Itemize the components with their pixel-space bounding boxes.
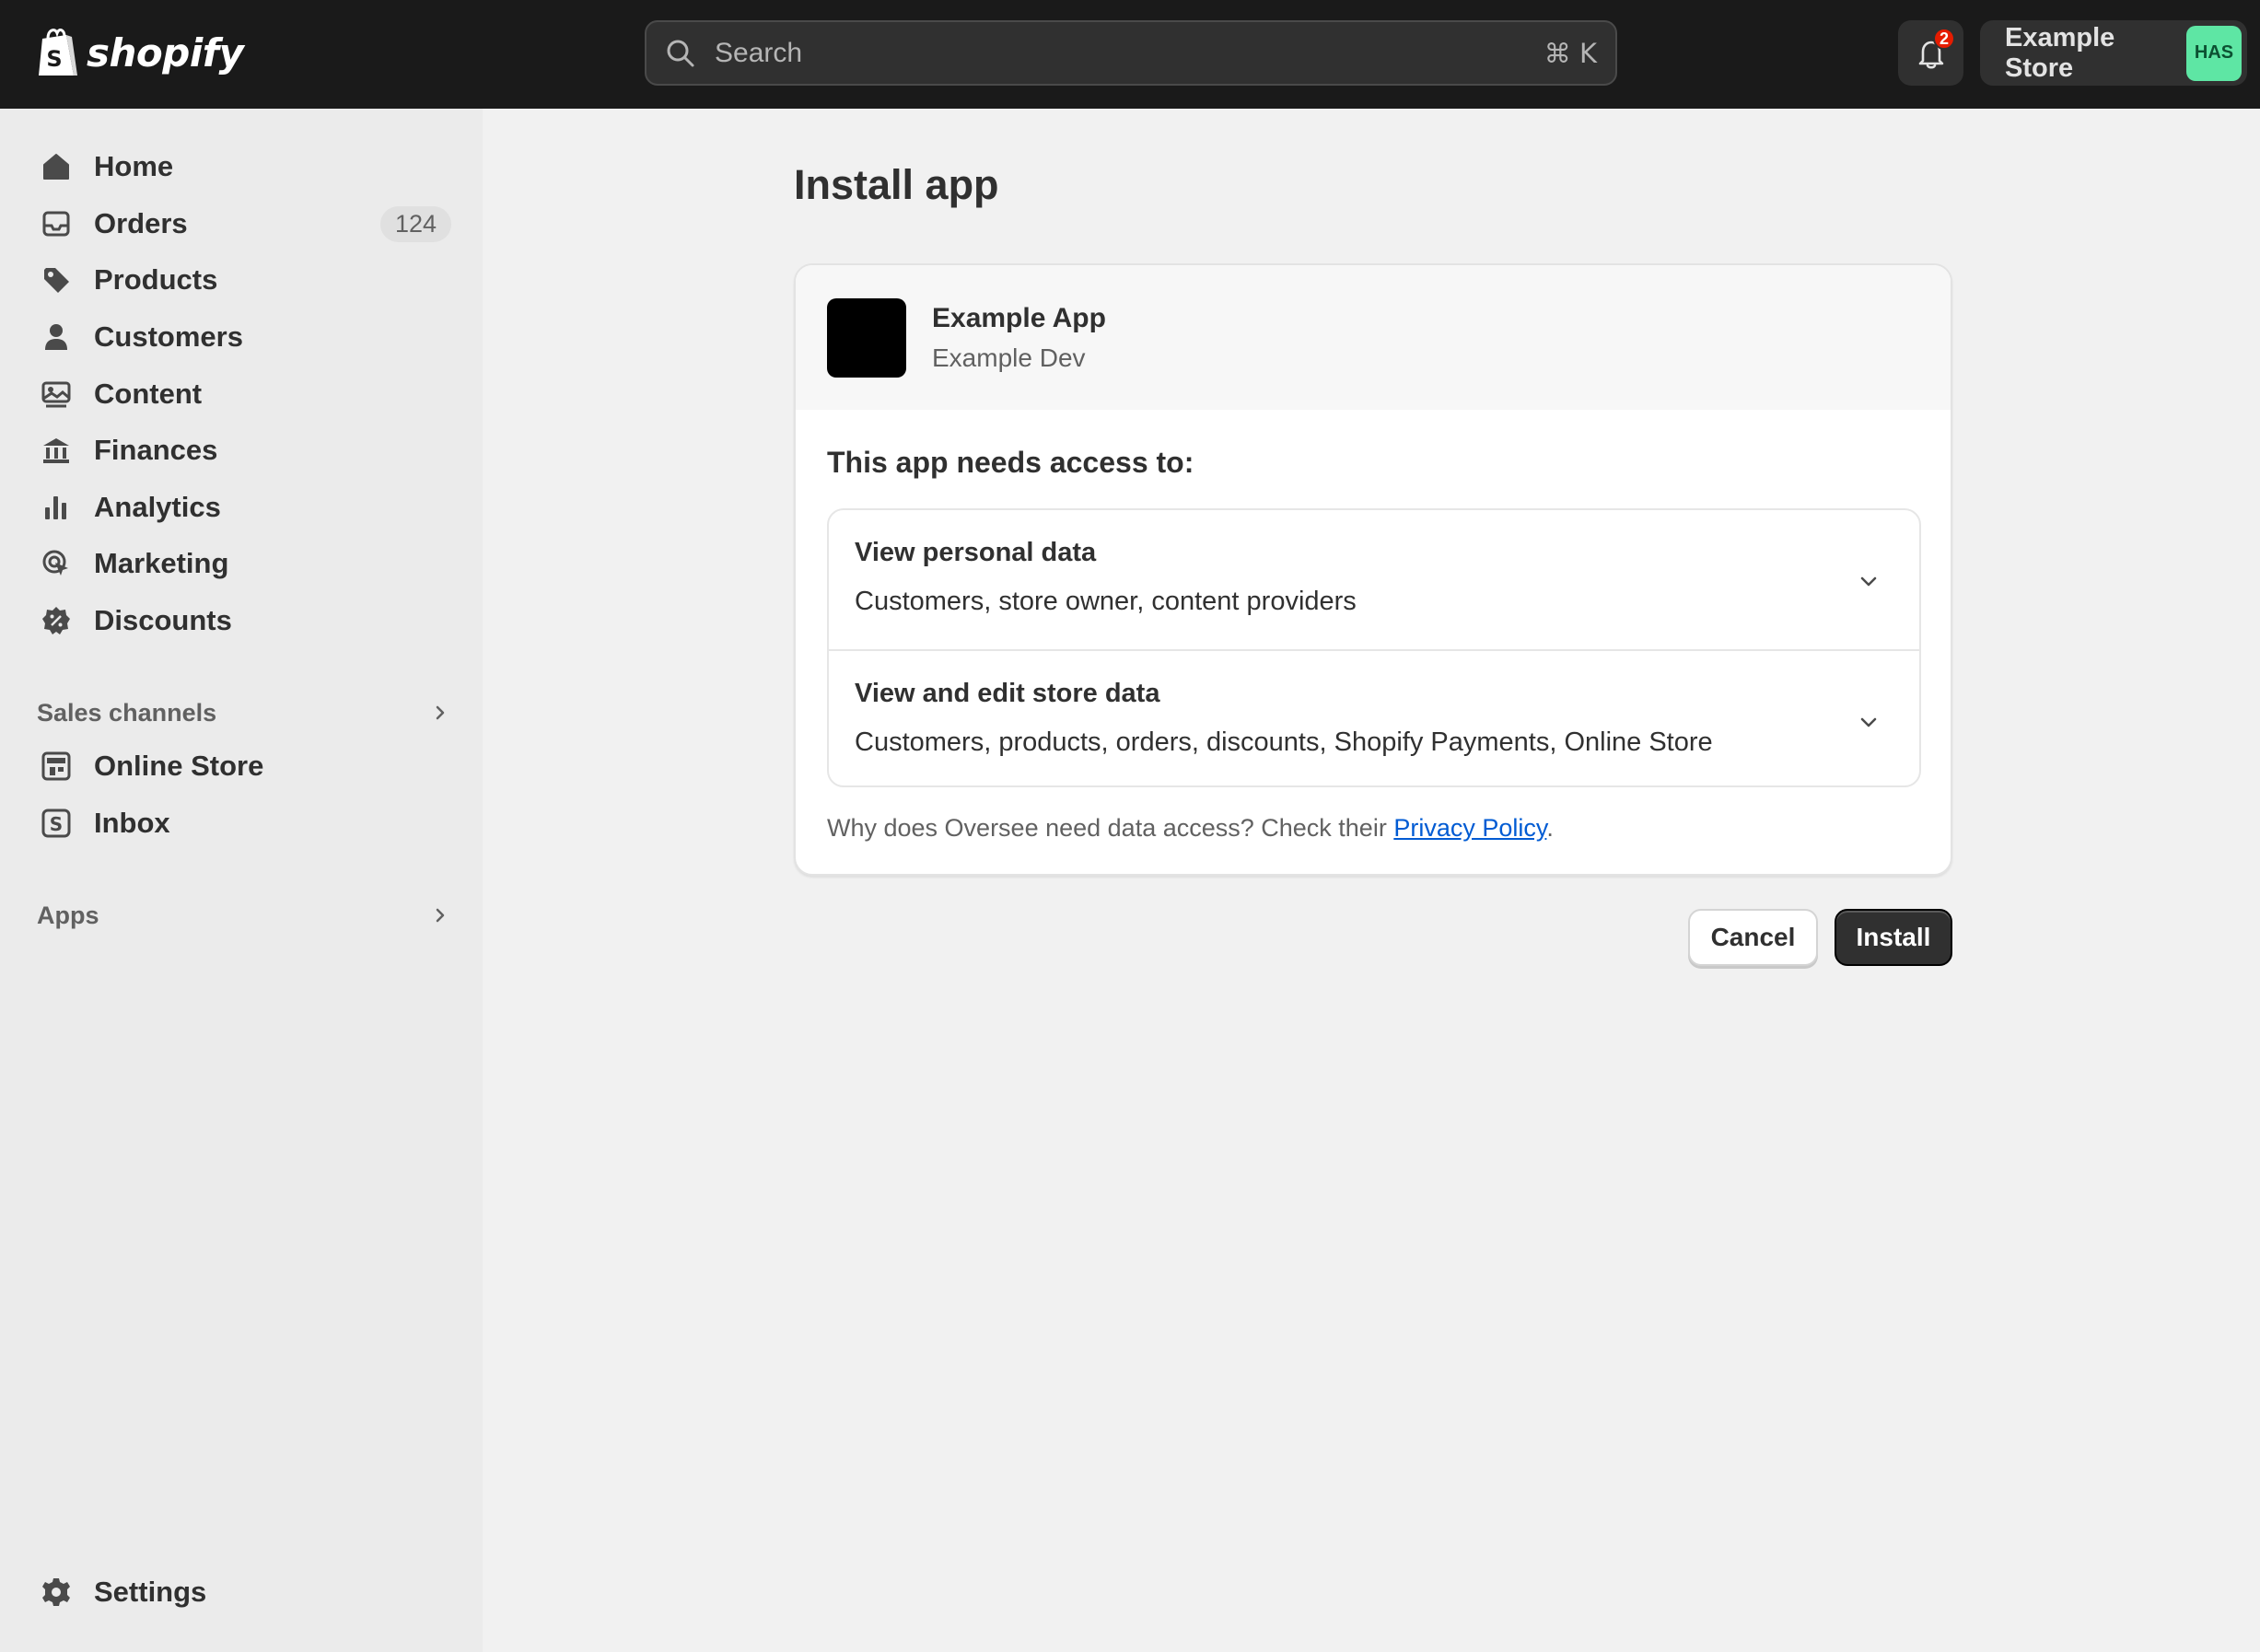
privacy-policy-link[interactable]: Privacy Policy <box>1393 814 1546 842</box>
person-icon <box>45 324 67 350</box>
app-name: Example App <box>932 302 1106 333</box>
top-bar: S shopify ⌘ K 2 Example Store HAS <box>0 0 2260 109</box>
sidebar: Home Orders 124 Products Customers Conte… <box>0 109 483 1652</box>
permission-description: Customers, products, orders, discounts, … <box>855 727 1713 757</box>
permission-title: View personal data <box>855 538 1097 567</box>
sidebar-item-label: Products <box>94 263 218 296</box>
home-icon <box>43 154 69 180</box>
privacy-text: Why does Oversee need data access? Check… <box>827 814 1394 842</box>
search-bar[interactable]: ⌘ K <box>645 20 1617 86</box>
sidebar-item-online-store[interactable]: Online Store <box>24 741 451 791</box>
sidebar-item-inbox[interactable]: S Inbox <box>24 798 451 848</box>
sidebar-item-marketing[interactable]: Marketing <box>24 539 451 588</box>
app-header: Example App Example Dev <box>796 265 1951 410</box>
permission-item-store-data[interactable]: View and edit store data Customers, prod… <box>829 649 1919 785</box>
install-app-card: Example App Example Dev This app needs a… <box>794 263 1952 876</box>
sidebar-item-label: Finances <box>94 434 218 466</box>
apps-label: Apps <box>37 901 99 929</box>
sidebar-item-label: Discounts <box>94 604 232 636</box>
sidebar-item-products[interactable]: Products <box>24 255 451 305</box>
privacy-end: . <box>1546 814 1554 842</box>
chevron-right-icon <box>436 908 445 923</box>
svg-text:S: S <box>50 813 63 835</box>
sidebar-item-label: Analytics <box>94 491 221 523</box>
app-logo <box>827 297 906 378</box>
target-icon <box>42 550 68 576</box>
sidebar-item-discounts[interactable]: Discounts <box>24 596 451 646</box>
sidebar-item-label: Settings <box>94 1576 207 1608</box>
sidebar-item-label: Marketing <box>94 547 229 579</box>
sidebar-item-analytics[interactable]: Analytics <box>24 483 451 532</box>
orders-icon <box>42 211 70 237</box>
gear-icon <box>42 1578 70 1606</box>
sidebar-item-label: Online Store <box>94 750 264 782</box>
sidebar-item-customers[interactable]: Customers <box>24 312 451 362</box>
privacy-note: Why does Oversee need data access? Check… <box>827 814 1554 843</box>
discount-icon <box>42 607 70 634</box>
image-icon <box>41 381 71 408</box>
apps-header[interactable]: Apps <box>37 897 451 934</box>
shopify-logo[interactable]: S shopify <box>35 26 244 79</box>
tag-icon <box>44 268 69 293</box>
sidebar-item-settings[interactable]: Settings <box>24 1567 451 1617</box>
sidebar-item-label: Inbox <box>94 807 170 839</box>
sidebar-item-finances[interactable]: Finances <box>24 425 451 475</box>
sidebar-item-label: Customers <box>94 320 243 353</box>
page-title: Install app <box>794 161 999 208</box>
bar-chart-icon <box>45 496 66 519</box>
sidebar-item-home[interactable]: Home <box>24 142 451 192</box>
search-icon <box>667 40 694 66</box>
sidebar-item-label: Orders <box>94 207 188 239</box>
chevron-right-icon <box>436 705 445 720</box>
permission-description: Customers, store owner, content provider… <box>855 587 1357 616</box>
sales-channels-label: Sales channels <box>37 698 217 727</box>
search-input[interactable] <box>715 37 1544 69</box>
chevron-down-icon[interactable] <box>1855 567 1882 595</box>
app-developer: Example Dev <box>932 343 1086 372</box>
sidebar-item-orders[interactable]: Orders 124 <box>24 199 451 249</box>
chevron-down-icon[interactable] <box>1855 708 1882 736</box>
orders-count-badge: 124 <box>379 205 451 242</box>
notification-badge: 2 <box>1933 28 1955 50</box>
avatar: HAS <box>2186 25 2242 81</box>
shopify-bag-icon: S <box>39 29 77 76</box>
inbox-icon: S <box>41 809 71 838</box>
store-name: Example Store <box>2005 22 2115 83</box>
bank-icon <box>43 438 69 463</box>
brand-name: shopify <box>87 29 244 76</box>
sales-channels-header[interactable]: Sales channels <box>37 694 451 731</box>
notifications-button[interactable]: 2 <box>1898 20 1963 86</box>
search-shortcut: ⌘ K <box>1544 37 1597 69</box>
permission-title: View and edit store data <box>855 679 1160 708</box>
install-button[interactable]: Install <box>1835 909 1952 966</box>
access-title: This app needs access to: <box>827 446 1194 479</box>
sidebar-item-label: Content <box>94 378 203 410</box>
cancel-button[interactable]: Cancel <box>1688 909 1818 966</box>
store-icon <box>41 751 71 781</box>
permission-item-personal-data[interactable]: View personal data Customers, store owne… <box>829 510 1919 648</box>
svg-text:S: S <box>46 46 62 72</box>
permissions-list: View personal data Customers, store owne… <box>827 508 1921 787</box>
sidebar-item-label: Home <box>94 150 174 182</box>
sidebar-item-content[interactable]: Content <box>24 369 451 419</box>
store-menu-button[interactable]: Example Store HAS <box>1980 20 2247 86</box>
